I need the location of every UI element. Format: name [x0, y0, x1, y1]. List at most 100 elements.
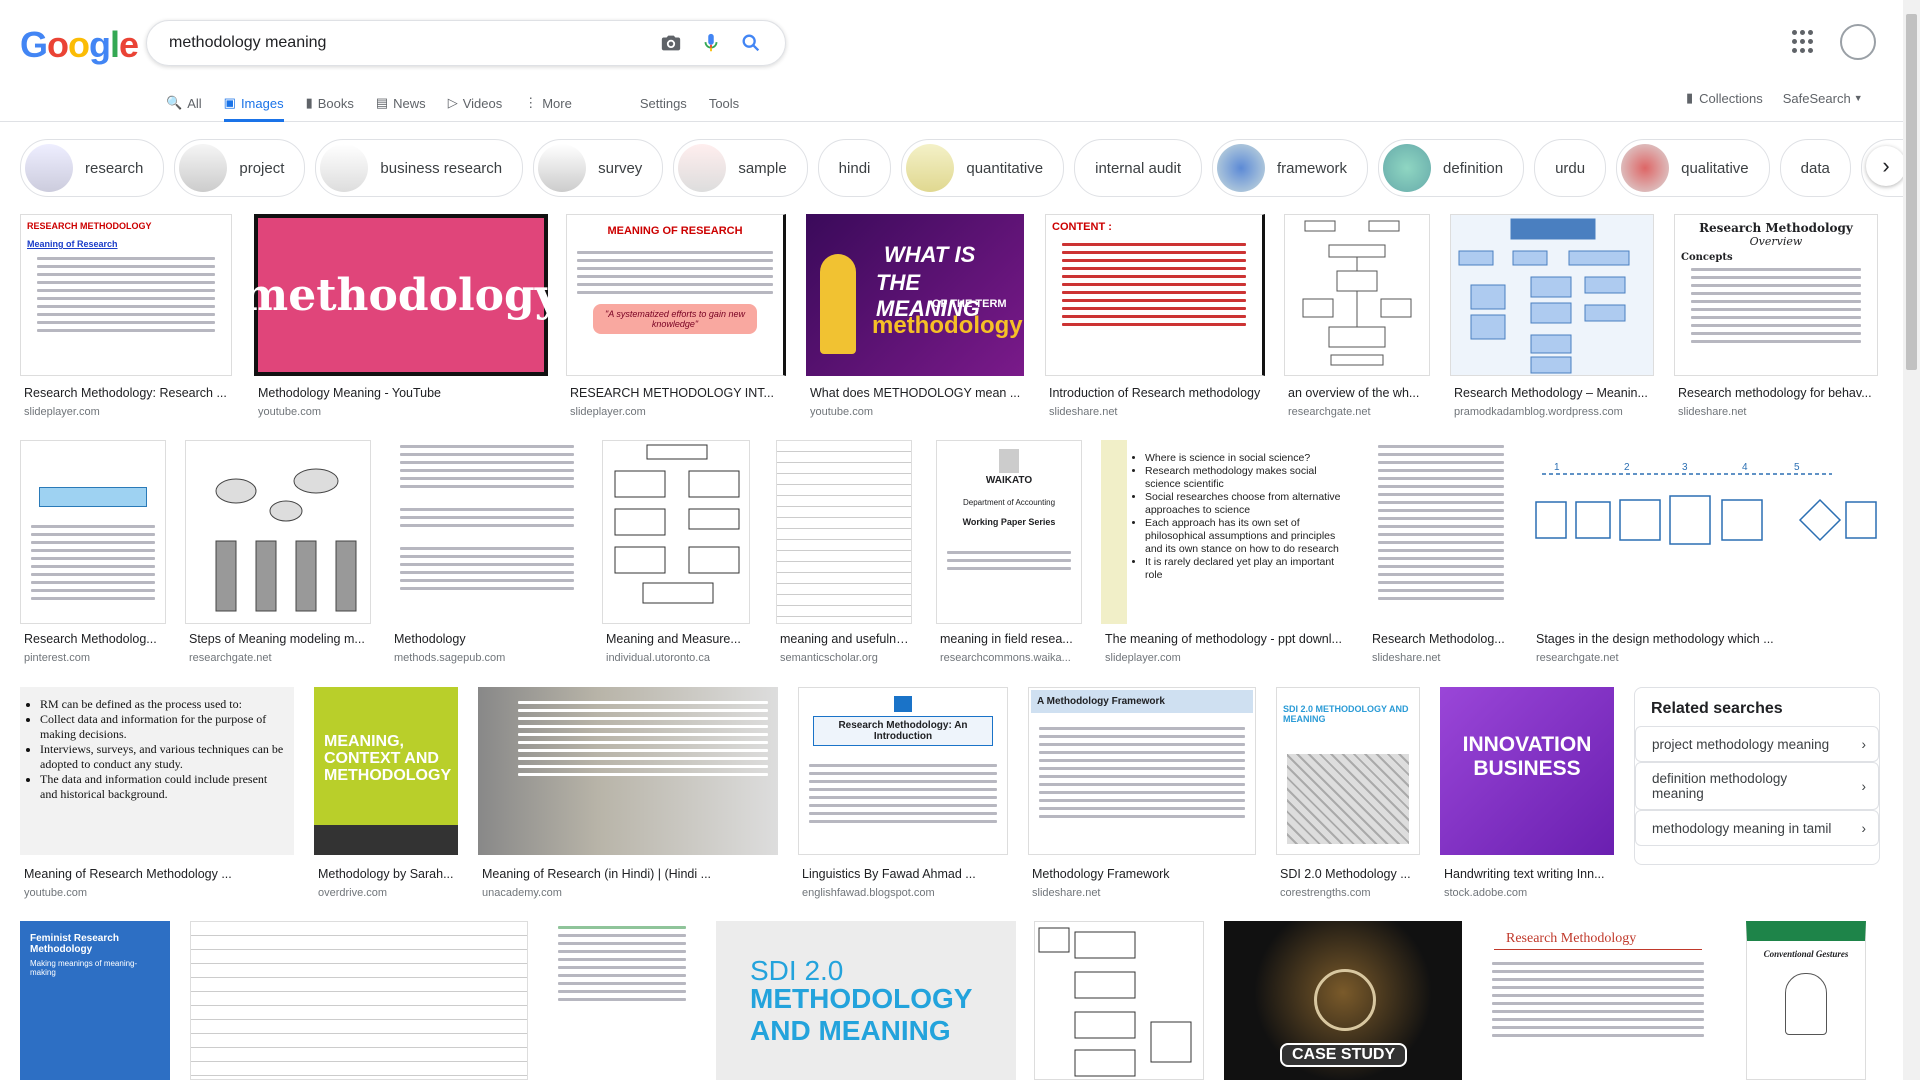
tab-books[interactable]: ▮ Books — [306, 86, 354, 120]
tab-news[interactable]: ▤ News — [376, 86, 426, 120]
result-caption: Research methodology for behav... — [1678, 386, 1872, 400]
image-result[interactable]: Research Methodolog... slideshare.net — [1368, 440, 1514, 666]
avatar[interactable] — [1840, 24, 1876, 60]
image-result[interactable]: MEANING, CONTEXT AND METHODOLOGY Methodo… — [314, 687, 458, 901]
svg-text:4: 4 — [1742, 462, 1748, 473]
settings-link[interactable]: Settings — [640, 86, 687, 120]
result-caption: Stages in the design methodology which .… — [1536, 632, 1774, 646]
image-result[interactable]: SDI 2.0 METHODOLOGY AND MEANING — [716, 921, 1016, 1080]
result-caption: Methodology by Sarah... — [318, 867, 454, 881]
safesearch-dropdown[interactable]: SafeSearch ▼ — [1783, 91, 1863, 106]
chip-research[interactable]: research — [20, 139, 165, 197]
image-result[interactable]: Methodology methods.sagepub.com — [390, 440, 584, 666]
search-icon: 🔍 — [166, 95, 183, 110]
image-result[interactable]: Meaning of Research (in Hindi) | (Hindi … — [478, 687, 778, 901]
result-caption: Methodology — [394, 632, 466, 646]
image-result[interactable]: CONTENT : Introduction of Research metho… — [1045, 214, 1265, 424]
chip-survey[interactable]: survey — [533, 139, 664, 197]
tab-more[interactable]: ⋮ More — [524, 86, 572, 120]
result-thumbnail — [190, 921, 528, 1080]
tab-images[interactable]: ▣ Images — [223, 86, 284, 122]
image-result[interactable]: Feminist Research Methodology Making mea… — [20, 921, 170, 1080]
result-thumbnail — [1450, 214, 1654, 376]
image-result[interactable] — [190, 921, 528, 1080]
tab-all[interactable]: 🔍 All — [166, 86, 202, 120]
scrollbar-thumb[interactable] — [1906, 14, 1917, 370]
image-result[interactable]: MEANING OF RESEARCH "A systematized effo… — [566, 214, 786, 424]
image-result[interactable] — [1034, 921, 1204, 1080]
related-search-item[interactable]: project methodology meaning › — [1635, 726, 1879, 762]
chip-quantitative[interactable]: quantitative — [901, 139, 1065, 197]
chevron-right-icon[interactable]: › — [1866, 146, 1906, 186]
image-result[interactable]: WHAT IS THE MEANING OF THE TERM methodol… — [806, 214, 1024, 424]
image-result[interactable]: meaning and usefulne... semanticscholar.… — [776, 440, 912, 666]
image-result[interactable]: Conventional Gestures — [1746, 921, 1866, 1080]
chip-business-research[interactable]: business research — [315, 139, 524, 197]
image-result[interactable]: RESEARCH METHODOLOGY Meaning of Research… — [20, 214, 232, 424]
result-domain: englishfawad.blogspot.com — [802, 887, 935, 899]
result-caption: What does METHODOLOGY mean ... — [810, 386, 1021, 400]
camera-icon[interactable] — [651, 23, 691, 63]
result-caption: Meaning and Measure... — [606, 632, 741, 646]
result-thumbnail: Feminist Research Methodology Making mea… — [20, 921, 170, 1080]
result-domain: youtube.com — [810, 406, 873, 418]
microphone-icon[interactable] — [691, 23, 731, 63]
result-domain: slideshare.net — [1678, 406, 1747, 418]
result-domain: corestrengths.com — [1280, 887, 1371, 899]
image-result[interactable]: methodology Methodology Meaning - YouTub… — [254, 214, 548, 424]
result-caption: meaning in field resea... — [940, 632, 1073, 646]
image-result[interactable]: Steps of Meaning modeling m... researchg… — [185, 440, 371, 666]
chip-project[interactable]: project — [174, 139, 306, 197]
chip-urdu[interactable]: urdu — [1534, 139, 1607, 197]
image-result[interactable]: Research Methodology: An Introduction Li… — [798, 687, 1008, 901]
image-result[interactable]: Where is science in social science?Resea… — [1101, 440, 1347, 666]
result-caption: Linguistics By Fawad Ahmad ... — [802, 867, 976, 881]
image-result[interactable]: Research Methodology — [1482, 921, 1714, 1080]
related-search-item[interactable]: methodology meaning in tamil › — [1635, 810, 1879, 846]
image-result[interactable]: CASE STUDY — [1224, 921, 1462, 1080]
chip-framework[interactable]: framework — [1212, 139, 1369, 197]
result-caption: Steps of Meaning modeling m... — [189, 632, 365, 646]
header: Google 🔍All ▣Images ▮Books ▤News ▷Videos… — [0, 0, 1920, 122]
chip-qualitative[interactable]: qualitative — [1616, 139, 1770, 197]
image-result[interactable]: Research Methodology Overview Concepts R… — [1674, 214, 1878, 424]
chip-data[interactable]: data — [1779, 139, 1851, 197]
chip-sample[interactable]: sample — [673, 139, 808, 197]
result-thumbnail — [548, 921, 696, 1080]
chip-definition[interactable]: definition — [1378, 139, 1525, 197]
tools-link[interactable]: Tools — [709, 86, 739, 120]
chip-internal-audit[interactable]: internal audit — [1074, 139, 1203, 197]
image-result[interactable]: 1 2 3 4 5 Stages in the design methodology w… — [1532, 440, 1878, 666]
related-search-item[interactable]: definition methodology meaning › — [1635, 762, 1879, 810]
image-result[interactable]: Research Methodolog... pinterest.com — [20, 440, 166, 666]
google-logo[interactable]: Google — [20, 24, 139, 66]
chip-thumbnail — [678, 144, 727, 192]
result-domain: pramodkadamblog.wordpress.com — [1454, 406, 1623, 418]
image-result[interactable]: WAIKATO Department of Accounting Working… — [936, 440, 1082, 666]
image-result[interactable] — [548, 921, 696, 1080]
image-result[interactable]: INNOVATION BUSINESS Handwriting text wri… — [1440, 687, 1614, 901]
result-thumbnail: INNOVATION BUSINESS — [1440, 687, 1614, 855]
svg-text:1: 1 — [1554, 462, 1560, 473]
image-result[interactable]: Research Methodology – Meanin... pramodk… — [1450, 214, 1654, 424]
collections-link[interactable]: ▮ Collections — [1686, 90, 1763, 106]
image-result[interactable]: A Methodology Framework Methodology Fram… — [1028, 687, 1256, 901]
result-domain: youtube.com — [258, 406, 321, 418]
result-caption: Research Methodolog... — [1372, 632, 1505, 646]
chip-thumbnail — [538, 144, 587, 192]
image-result[interactable]: RM can be defined as the process used to… — [20, 687, 294, 901]
result-domain: researchcommons.waika... — [940, 652, 1071, 664]
result-domain: slideplayer.com — [570, 406, 646, 418]
search-input[interactable] — [167, 33, 651, 53]
image-result[interactable]: an overview of the wh... researchgate.ne… — [1284, 214, 1430, 424]
tab-videos[interactable]: ▷ Videos — [448, 86, 503, 120]
scrollbar[interactable] — [1903, 0, 1920, 1080]
related-searches-panel: Related searches project methodology mea… — [1634, 687, 1880, 865]
chip-hindi[interactable]: hindi — [817, 139, 892, 197]
search-icon[interactable] — [731, 23, 771, 63]
apps-grid-icon[interactable] — [1792, 30, 1816, 54]
result-thumbnail — [1034, 921, 1204, 1080]
image-result[interactable]: Meaning and Measure... individual.utoron… — [602, 440, 750, 666]
search-tabs: 🔍 All ▣ Images ▮ Books ▤ News ▷ Videos ⋮ More … — [166, 86, 761, 122]
image-result[interactable]: SDI 2.0 METHODOLOGY AND MEANING SDI 2.0 … — [1276, 687, 1420, 901]
